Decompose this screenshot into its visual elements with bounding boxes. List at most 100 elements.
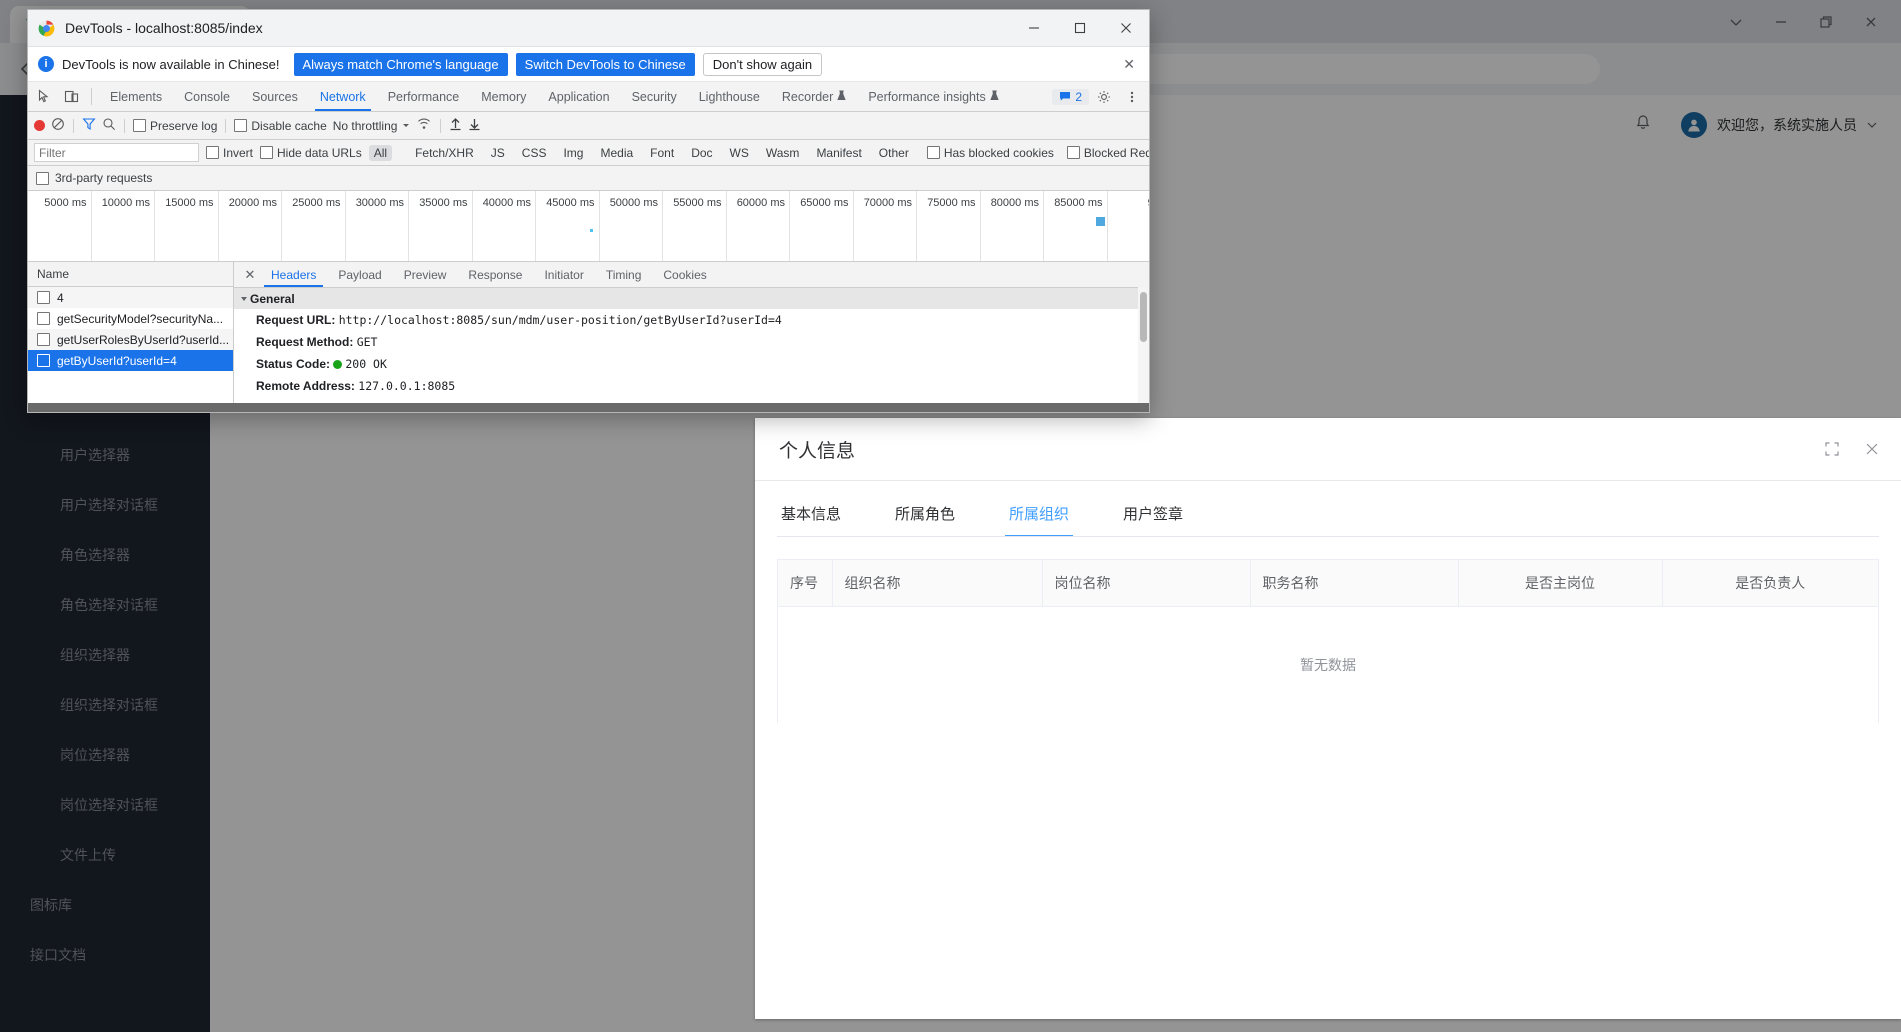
column-header-org-name[interactable]: 组织名称 xyxy=(832,560,1043,607)
column-header-index[interactable]: 序号 xyxy=(778,560,833,607)
devtools-bottom-strip xyxy=(28,403,1149,412)
issues-badge[interactable]: 2 xyxy=(1052,88,1089,105)
more-vertical-icon[interactable] xyxy=(1119,84,1145,110)
row-value: 200 OK xyxy=(345,357,387,371)
checkbox-box xyxy=(133,119,146,132)
gear-icon[interactable] xyxy=(1091,84,1117,110)
minimize-icon[interactable] xyxy=(1011,10,1057,46)
request-row[interactable]: 4 xyxy=(28,287,233,308)
blocked-requests-checkbox[interactable]: Blocked Requests xyxy=(1066,146,1149,160)
scrollbar-thumb[interactable] xyxy=(1140,292,1147,342)
request-list-panel: Name 4 getSecurityModel?securityNa... ge… xyxy=(28,262,234,412)
column-header-is-primary[interactable]: 是否主岗位 xyxy=(1458,560,1663,607)
timeline-request-marker xyxy=(590,229,593,232)
request-name: getUserRolesByUserId?userId... xyxy=(57,332,230,347)
general-row-request-method: Request Method: GET xyxy=(234,331,1149,353)
filter-icon[interactable] xyxy=(82,117,96,134)
tab-performance[interactable]: Performance xyxy=(377,82,471,111)
throttling-select[interactable]: No throttling xyxy=(333,119,412,133)
toolbar-divider xyxy=(124,118,125,133)
network-overview-timeline[interactable]: 5000 ms 10000 ms 15000 ms 20000 ms 25000… xyxy=(28,191,1149,262)
detail-tab-timing[interactable]: Timing xyxy=(595,262,653,287)
network-conditions-icon[interactable] xyxy=(417,117,432,134)
tab-basic-info[interactable]: 基本信息 xyxy=(777,503,845,537)
detail-tab-headers[interactable]: Headers xyxy=(260,262,327,287)
inspect-element-icon[interactable] xyxy=(32,84,58,110)
tab-lighthouse[interactable]: Lighthouse xyxy=(688,82,771,111)
tab-roles[interactable]: 所属角色 xyxy=(891,503,959,537)
request-list-header[interactable]: Name xyxy=(28,262,233,287)
checkbox-box xyxy=(1066,146,1080,159)
third-party-requests-row[interactable]: 3rd-party requests xyxy=(28,166,1149,191)
search-icon[interactable] xyxy=(102,117,116,134)
devtools-titlebar[interactable]: DevTools - localhost:8085/index xyxy=(28,10,1149,47)
fullscreen-icon[interactable] xyxy=(1823,440,1841,458)
tab-console[interactable]: Console xyxy=(173,82,241,111)
dont-show-again-button[interactable]: Don't show again xyxy=(702,52,823,76)
request-row-selected[interactable]: getByUserId?userId=4 xyxy=(28,350,233,371)
hide-data-urls-checkbox[interactable]: Hide data URLs xyxy=(260,146,362,160)
type-filter-doc[interactable]: Doc xyxy=(686,145,717,161)
tab-performance-insights[interactable]: Performance insights xyxy=(857,82,1009,111)
tab-recorder[interactable]: Recorder xyxy=(771,82,857,111)
filter-input[interactable] xyxy=(34,143,199,162)
column-header-job-title[interactable]: 职务名称 xyxy=(1250,560,1459,607)
timeline-tick: 50000 ms xyxy=(600,191,663,261)
export-har-icon[interactable] xyxy=(468,117,481,134)
type-filter-media[interactable]: Media xyxy=(595,145,638,161)
devtools-tabbar-actions: 2 xyxy=(1052,84,1149,110)
device-toolbar-icon[interactable] xyxy=(58,84,84,110)
record-button-icon[interactable] xyxy=(34,120,45,131)
detail-tab-initiator[interactable]: Initiator xyxy=(533,262,594,287)
type-filter-css[interactable]: CSS xyxy=(517,145,552,161)
close-icon[interactable] xyxy=(1103,10,1149,46)
tab-label: 所属角色 xyxy=(895,506,956,523)
disable-cache-checkbox[interactable]: Disable cache xyxy=(234,119,327,133)
tab-network[interactable]: Network xyxy=(309,82,377,111)
always-match-language-button[interactable]: Always match Chrome's language xyxy=(293,52,508,76)
preserve-log-checkbox[interactable]: Preserve log xyxy=(133,119,217,133)
tab-security[interactable]: Security xyxy=(621,82,688,111)
detail-tab-response[interactable]: Response xyxy=(457,262,533,287)
detail-tab-preview[interactable]: Preview xyxy=(393,262,458,287)
import-har-icon[interactable] xyxy=(449,117,462,134)
switch-to-chinese-button[interactable]: Switch DevTools to Chinese xyxy=(515,52,695,76)
tab-application[interactable]: Application xyxy=(537,82,620,111)
checkbox-box xyxy=(37,354,50,367)
tab-elements[interactable]: Elements xyxy=(99,82,173,111)
detail-scrollbar[interactable] xyxy=(1138,287,1149,412)
type-filter-img[interactable]: Img xyxy=(558,145,588,161)
type-filter-js[interactable]: JS xyxy=(486,145,510,161)
info-icon: i xyxy=(38,56,54,72)
type-filter-font[interactable]: Font xyxy=(645,145,679,161)
column-header-is-leader[interactable]: 是否负责人 xyxy=(1662,560,1878,607)
tab-memory[interactable]: Memory xyxy=(470,82,537,111)
type-filter-ws[interactable]: WS xyxy=(725,145,754,161)
type-filter-other[interactable]: Other xyxy=(874,145,914,161)
tab-sources[interactable]: Sources xyxy=(241,82,309,111)
clear-button-icon[interactable] xyxy=(51,117,65,134)
close-icon[interactable]: ✕ xyxy=(240,267,260,283)
detail-tab-cookies[interactable]: Cookies xyxy=(652,262,717,287)
detail-tab-payload[interactable]: Payload xyxy=(327,262,392,287)
tab-label: Performance insights xyxy=(868,89,986,104)
timeline-tick: 65000 ms xyxy=(790,191,854,261)
type-filter-manifest[interactable]: Manifest xyxy=(811,145,866,161)
maximize-icon[interactable] xyxy=(1057,10,1103,46)
general-section-header[interactable]: General xyxy=(234,288,1149,309)
request-row[interactable]: getUserRolesByUserId?userId... xyxy=(28,329,233,350)
request-row[interactable]: getSecurityModel?securityNa... xyxy=(28,308,233,329)
type-filter-wasm[interactable]: Wasm xyxy=(761,145,805,161)
beaker-icon xyxy=(837,90,846,104)
invert-checkbox[interactable]: Invert xyxy=(206,146,253,160)
type-filter-all[interactable]: All xyxy=(368,144,393,161)
close-icon[interactable]: ✕ xyxy=(1123,56,1139,73)
table-header-row: 序号 组织名称 岗位名称 职务名称 是否主岗位 是否负责人 xyxy=(778,560,1878,607)
has-blocked-cookies-checkbox[interactable]: Has blocked cookies xyxy=(926,146,1054,160)
tab-signature[interactable]: 用户签章 xyxy=(1119,503,1187,537)
column-header-position-name[interactable]: 岗位名称 xyxy=(1042,560,1251,607)
tab-organizations[interactable]: 所属组织 xyxy=(1005,503,1074,537)
personal-info-dialog: 个人信息 基本信息 所属角色 所属组织 用户签章 序号 组织名称 岗位名称 职务… xyxy=(755,418,1901,1019)
close-icon[interactable] xyxy=(1863,440,1881,458)
type-filter-fetch-xhr[interactable]: Fetch/XHR xyxy=(410,145,479,161)
